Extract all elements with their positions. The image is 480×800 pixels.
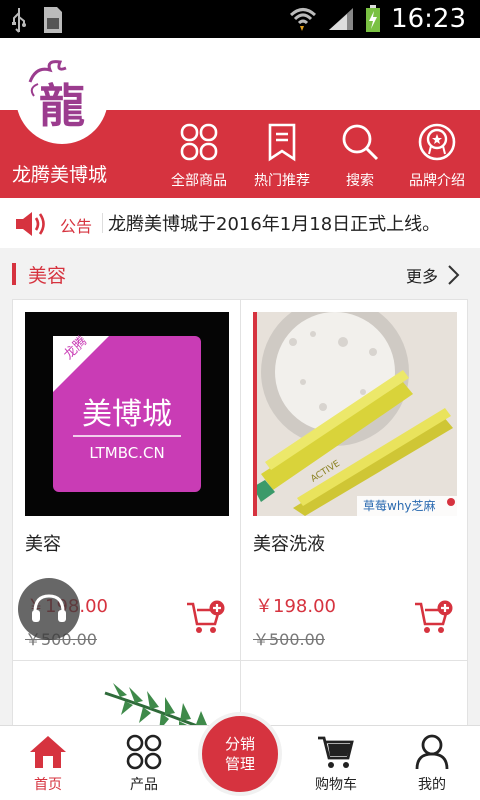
sim-card-icon — [44, 7, 62, 33]
section-title: 美容 — [28, 265, 67, 287]
tab-cart[interactable]: 购物车 — [296, 734, 376, 794]
tab-label: 购物车 — [315, 777, 357, 793]
nav-search[interactable]: 搜索 — [321, 122, 399, 190]
notice-bar[interactable]: 公告 龙腾美博城于2016年1月18日正式上线。 — [0, 198, 480, 248]
tab-products[interactable]: 产品 — [104, 734, 184, 794]
more-link[interactable]: 更多 — [406, 263, 438, 287]
nav-label: 热门推荐 — [254, 173, 310, 189]
nav-all-products[interactable]: 全部商品 — [160, 122, 238, 190]
product-original-price: ￥500.00 — [253, 630, 325, 649]
product-name[interactable]: 美容 — [25, 530, 61, 556]
tab-mine[interactable]: 我的 — [392, 734, 472, 794]
svg-text:龍: 龍 — [39, 79, 85, 133]
section-header: 美容 更多 — [0, 258, 480, 290]
add-to-cart-icon[interactable] — [413, 600, 453, 636]
grid-icon — [180, 123, 218, 161]
add-to-cart-icon[interactable] — [185, 600, 225, 636]
tab-label: 首页 — [34, 777, 62, 793]
usb-icon — [12, 8, 26, 33]
product-image[interactable]: ACTIVE 草莓why芝麻 — [253, 312, 457, 516]
chevron-right-icon[interactable] — [446, 264, 460, 286]
nav-label: 搜索 — [346, 173, 374, 189]
nav-hot-picks[interactable]: 热门推荐 — [243, 122, 321, 190]
tab-label: 我的 — [418, 777, 446, 793]
notice-text: 龙腾美博城于2016年1月18日正式上线。 — [108, 214, 441, 235]
section-accent-bar — [12, 263, 16, 285]
tab-home[interactable]: 首页 — [8, 734, 88, 794]
svg-text:LTMBC.CN: LTMBC.CN — [89, 444, 164, 462]
wifi-icon — [290, 8, 317, 31]
home-icon — [30, 736, 66, 768]
bookmark-icon — [268, 123, 296, 162]
battery-icon — [366, 5, 381, 32]
notice-divider — [102, 213, 103, 233]
brand-name: 龙腾美博城 — [12, 164, 108, 186]
logo-dragon-icon: 龍 — [28, 60, 85, 133]
notice-tag: 公告 — [60, 217, 93, 236]
brand-logo[interactable]: 龍 — [16, 52, 108, 144]
center-button-line1: 分销 — [224, 735, 255, 753]
status-bar: 16:23 — [0, 0, 480, 38]
grid-icon — [126, 734, 162, 770]
product-image[interactable]: 龙腾 美博城 LTMBC.CN — [25, 312, 229, 516]
product-price: ￥198.00 — [255, 596, 336, 617]
search-icon — [342, 124, 379, 161]
nav-label: 品牌介绍 — [409, 173, 465, 189]
cart-icon — [318, 736, 354, 768]
nav-label: 全部商品 — [171, 173, 227, 189]
medal-icon — [418, 123, 456, 161]
product-card[interactable]: ACTIVE 草莓why芝麻 美容洗液 ￥198.00 ￥500.00 — [240, 299, 468, 661]
headset-icon — [32, 594, 66, 622]
product-name[interactable]: 美容洗液 — [253, 530, 325, 556]
tab-label: 产品 — [130, 777, 158, 793]
person-icon — [415, 734, 449, 770]
speaker-icon — [16, 212, 45, 236]
status-time: 16:23 — [391, 4, 466, 34]
svg-text:草莓why芝麻: 草莓why芝麻 — [363, 498, 436, 513]
svg-text:美博城: 美博城 — [82, 397, 172, 432]
nav-brand-intro[interactable]: 品牌介绍 — [398, 122, 476, 190]
distribution-management-button[interactable]: 分销 管理 — [198, 712, 282, 796]
center-button-line2: 管理 — [224, 755, 255, 773]
floating-assistive-button[interactable] — [18, 578, 80, 640]
signal-icon — [329, 8, 354, 30]
